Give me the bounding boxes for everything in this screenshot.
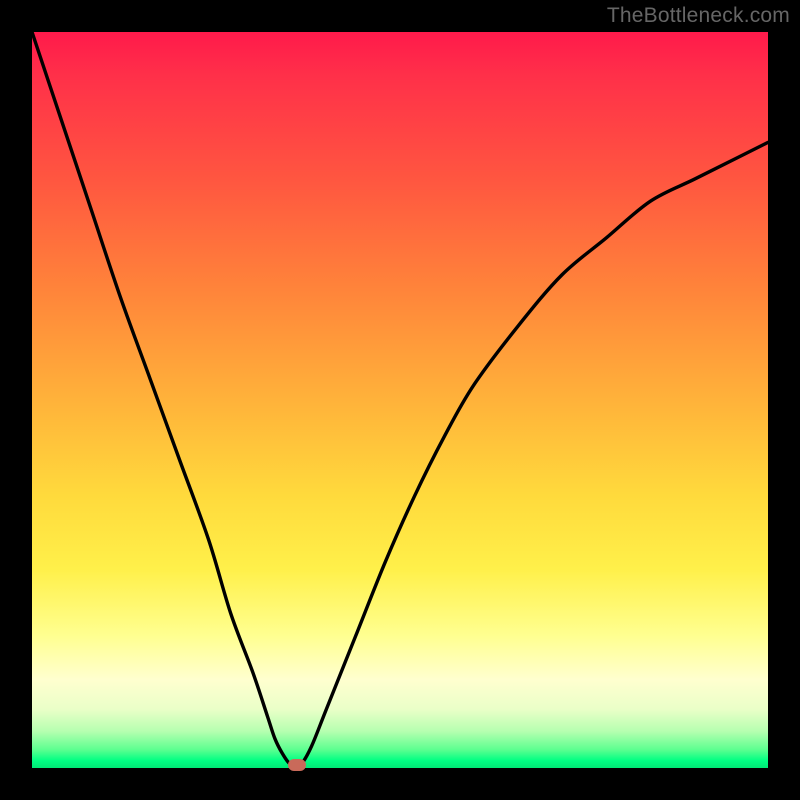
plot-area: [32, 32, 768, 768]
chart-frame: TheBottleneck.com: [0, 0, 800, 800]
watermark-text: TheBottleneck.com: [607, 4, 790, 28]
optimal-point-marker: [288, 759, 306, 771]
bottleneck-curve: [32, 32, 768, 768]
